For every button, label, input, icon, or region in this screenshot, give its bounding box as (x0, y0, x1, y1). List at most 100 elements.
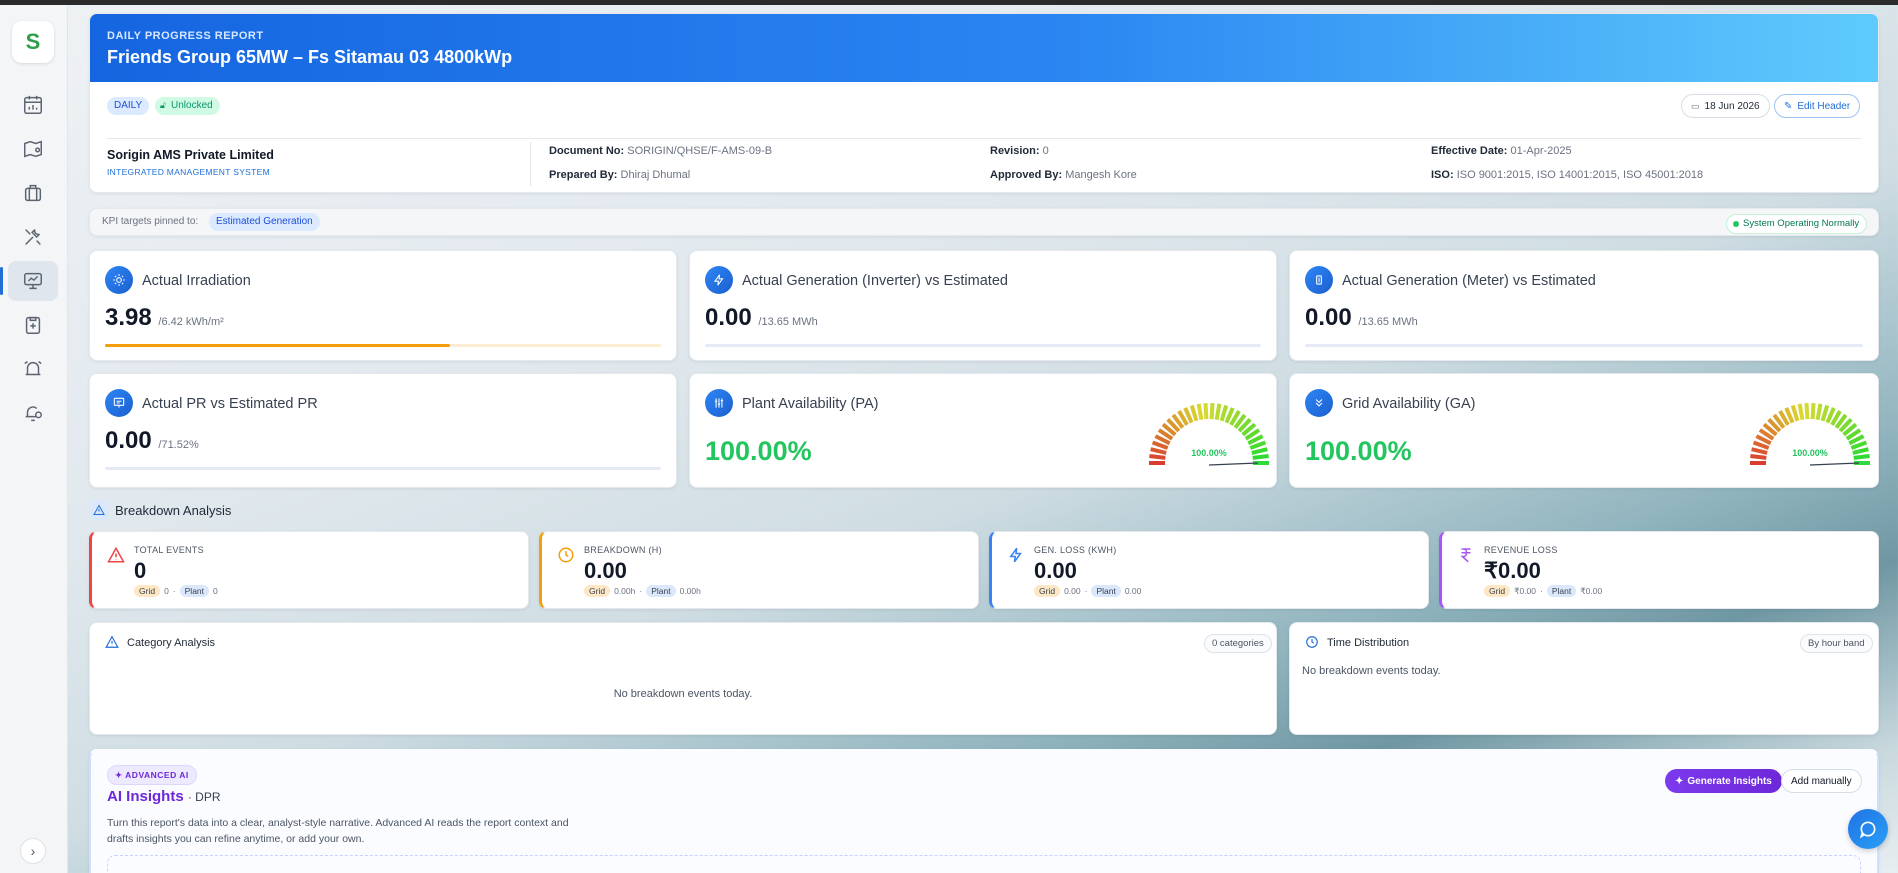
lightning-icon (705, 266, 733, 294)
sidebar-item-assets[interactable] (8, 173, 58, 213)
breakdown-value: 0.00 (584, 558, 627, 583)
gauge-tick (1209, 402, 1215, 420)
breakdown-label: GEN. LOSS (KWH) (1034, 545, 1117, 555)
kpi-targets-bar: KPI targets pinned to: Estimated Generat… (89, 208, 1879, 236)
kpi-target-pill[interactable]: Estimated Generation (209, 213, 320, 231)
time-distribution-title: Time Distribution (1327, 637, 1410, 649)
unlock-icon: 🔓︎ (160, 100, 166, 110)
sidebar-item-dashboard[interactable] (8, 85, 58, 125)
ai-title: AI Insights · DPR (107, 788, 221, 805)
gauge-tick (1797, 403, 1805, 421)
alarm-icon (24, 361, 42, 376)
report-title: Friends Group 65MW – Fs Sitamau 03 4800k… (107, 47, 513, 67)
kpi-actual-pr: Actual PR vs Estimated PR 0.00 /71.52% (89, 373, 677, 488)
gauge-tick (1219, 404, 1229, 422)
rupee-icon (1460, 548, 1471, 563)
sidebar-item-map[interactable] (8, 129, 58, 169)
sidebar-expand-button[interactable]: › (20, 838, 46, 864)
report-subtitle: DAILY PROGRESS REPORT (107, 30, 264, 42)
advanced-ai-badge: ✦ ADVANCED AI (107, 765, 197, 785)
gauge-tick (1815, 403, 1823, 421)
gauge-tick (1252, 454, 1269, 460)
edit-header-button[interactable]: ✎ Edit Header (1774, 94, 1861, 118)
kpi-progress-bar (105, 344, 661, 347)
sidebar-item-notifications[interactable] (8, 393, 58, 433)
category-title: Category Analysis (127, 637, 216, 649)
time-mode-pill[interactable]: By hour band (1800, 634, 1873, 653)
gauge-tick (1751, 447, 1768, 455)
breakdown-value: 0.00 (1034, 558, 1077, 583)
grid-tag: Grid (1034, 585, 1061, 597)
calendar-chart-icon (24, 95, 42, 114)
chat-button[interactable] (1848, 809, 1888, 849)
report-banner: DAILY PROGRESS REPORT Friends Group 65MW… (90, 14, 1878, 82)
gauge-tick (1196, 403, 1204, 421)
ai-insights-card: ✦ ADVANCED AI AI Insights · DPR Turn thi… (89, 749, 1879, 873)
gauge-tick (1810, 402, 1816, 420)
availability-gauge: 100.00% (1750, 402, 1870, 466)
approved-by: Approved By: Mangesh Kore (990, 169, 1137, 181)
warning-icon (107, 546, 125, 563)
effective-date: Effective Date: 01-Apr-2025 (1431, 145, 1572, 157)
kpi-label: Actual Generation (Inverter) vs Estimate… (742, 273, 1008, 289)
chevron-right-icon: › (30, 843, 36, 859)
category-empty-text: No breakdown events today. (613, 688, 753, 700)
system-status-badge: System Operating Normally (1726, 214, 1868, 234)
sidebar-item-maintenance[interactable] (8, 217, 58, 257)
breakdown-card: TOTAL EVENTS 0 Grid 0 · Plant 0 (89, 531, 529, 609)
insights-dropzone[interactable] (107, 855, 1861, 873)
window-top-bar (0, 0, 1898, 5)
gauge-tick (1150, 447, 1167, 455)
grid-value: 0.00 (1064, 586, 1081, 596)
briefcase-icon (24, 184, 42, 202)
grid-value: 0.00h (614, 586, 636, 596)
sliders-icon (705, 389, 733, 417)
warning-icon (105, 635, 119, 648)
company-system: INTEGRATED MANAGEMENT SYSTEM (107, 167, 270, 177)
kpi-value: 3.98 /6.42 kWh/m² (105, 304, 224, 331)
sparkle-icon: ✦ (1675, 775, 1684, 787)
document-no: Document No: SORIGIN/QHSE/F-AMS-09-B (549, 145, 773, 157)
bell-user-icon (25, 406, 42, 422)
category-analysis-card: Category Analysis 0 categories No breakd… (89, 622, 1277, 735)
lightning-icon (1009, 547, 1022, 563)
ai-description: Turn this report's data into a clear, an… (107, 817, 569, 845)
app-logo[interactable]: S (12, 21, 54, 63)
plant-tag: Plant (179, 585, 210, 597)
kpi-label: Grid Availability (GA) (1342, 396, 1476, 412)
kpi-value: 0.00 /13.65 MWh (705, 304, 818, 331)
breakdown-card: GEN. LOSS (KWH) 0.00 Grid 0.00 · Plant 0.00 (989, 531, 1429, 609)
sidebar-item-alarms[interactable] (8, 349, 58, 389)
meter-icon (1305, 266, 1333, 294)
breakdown-card: REVENUE LOSS ₹0.00 Grid ₹0.00 · Plant ₹0.00 (1439, 531, 1879, 609)
kpi-label: Actual Generation (Meter) vs Estimated (1342, 273, 1596, 289)
breakdown-label: BREAKDOWN (H) (584, 545, 662, 555)
daily-badge: DAILY (107, 97, 150, 115)
breakdown-value: 0 (134, 558, 147, 583)
date-label: 18 Jun 2026 (1704, 100, 1760, 112)
sidebar-item-checklist[interactable] (8, 305, 58, 345)
gauge-tick (1790, 404, 1800, 422)
date-picker[interactable]: ▭ 18 Jun 2026 (1681, 94, 1770, 118)
gauge-tick (1203, 402, 1209, 420)
generate-insights-button[interactable]: ✦ Generate Insights (1665, 769, 1782, 793)
chat-bubble-icon (1860, 821, 1876, 839)
plant-tag: Plant (1546, 585, 1577, 597)
breakdown-value: ₹0.00 (1484, 558, 1541, 583)
gauge-tick (1852, 447, 1869, 455)
grid-tag: Grid (134, 585, 161, 597)
plant-value: 0.00 (1124, 586, 1142, 596)
kpi-grid-availability: Grid Availability (GA) 100.00% 100.00% (1289, 373, 1879, 488)
grid-tag: Grid (1484, 585, 1511, 597)
iso-standards: ISO: ISO 9001:2015, ISO 14001:2015, ISO … (1431, 169, 1704, 181)
breakdown-split: Grid 0.00h · Plant 0.00h (584, 585, 701, 597)
add-manually-button[interactable]: Add manually (1781, 769, 1862, 793)
gauge-tick (1251, 447, 1268, 455)
kpi-generation-inverter: Actual Generation (Inverter) vs Estimate… (689, 250, 1277, 361)
prepared-by: Prepared By: Dhiraj Dhumal (549, 169, 691, 181)
kpi-actual-irradiation: Actual Irradiation 3.98 /6.42 kWh/m² (89, 250, 677, 361)
kpi-plant-availability: Plant Availability (PA) 100.00% 100.00% (689, 373, 1277, 488)
sidebar-item-reports[interactable] (0, 261, 58, 301)
clipboard-plus-icon (25, 316, 41, 334)
plant-value: 0.00h (679, 586, 701, 596)
